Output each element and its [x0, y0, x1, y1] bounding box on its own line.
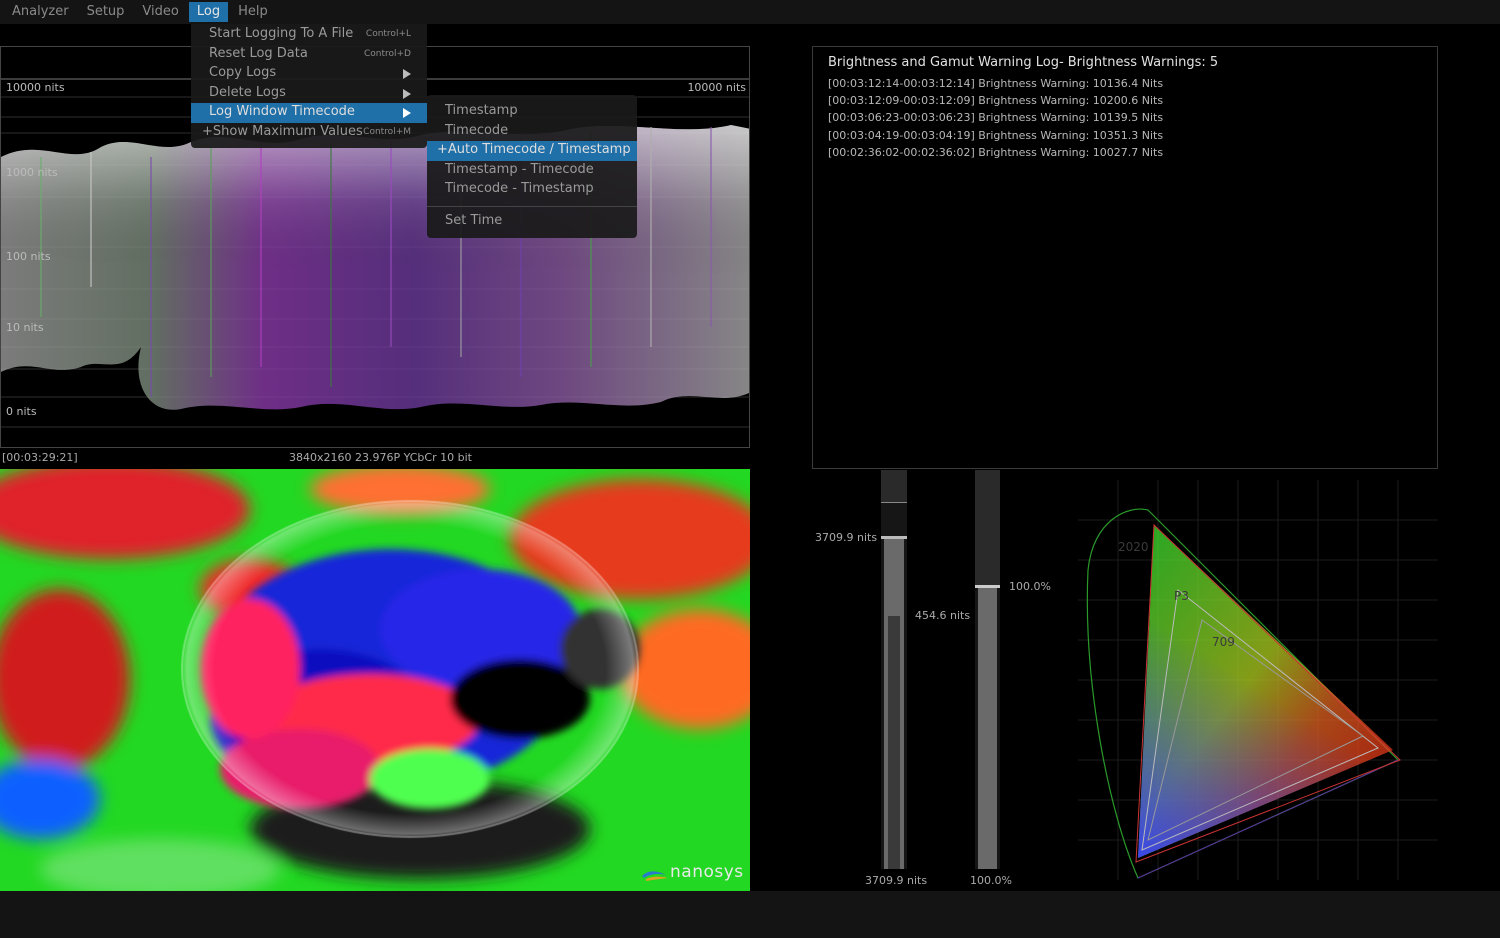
- submenu-item-auto-timecode-timestamp[interactable]: +Auto Timecode / Timestamp: [427, 141, 637, 161]
- waveform-label-100: 100 nits: [6, 250, 51, 263]
- waveform-label-10000-right: 10000 nits: [687, 81, 746, 94]
- gamut-label-2020: 2020: [1118, 540, 1149, 554]
- submenu-arrow-icon: [403, 69, 411, 80]
- submenu-arrow-icon: [403, 88, 411, 99]
- submenu-item-timecode-timestamp[interactable]: Timecode - Timestamp: [427, 180, 637, 200]
- menu-log[interactable]: Log: [188, 2, 229, 22]
- current-timecode: [00:03:29:21]: [2, 451, 78, 464]
- submenu-item-set-time[interactable]: Set Time: [427, 212, 637, 232]
- menu-analyzer[interactable]: Analyzer: [4, 2, 77, 22]
- log-entry: [00:03:04:19-00:03:04:19] Brightness War…: [828, 128, 1164, 142]
- percent-bar: [978, 588, 997, 869]
- nanosys-logo-icon: [642, 871, 668, 881]
- warning-log-panel: Brightness and Gamut Warning Log- Bright…: [812, 46, 1438, 469]
- waveform-label-0: 0 nits: [6, 405, 37, 418]
- nanosys-logo: nanosys: [670, 862, 744, 882]
- meter-bottom-nits-label: 3709.9 nits: [865, 874, 928, 887]
- log-menu: Start Logging To A File Control+L Reset …: [191, 24, 427, 148]
- log-entry: [00:03:06:23-00:03:06:23] Brightness War…: [828, 111, 1164, 125]
- video-frame: [0, 469, 750, 891]
- menu-item-delete-logs[interactable]: Delete Logs: [191, 84, 427, 104]
- gamut-diagram: 2020 P3 709: [1078, 480, 1438, 880]
- menu-item-show-maximum-values[interactable]: +Show Maximum Values Control+M: [191, 123, 427, 143]
- log-entry: [00:03:12:14-00:03:12:14] Brightness War…: [828, 77, 1164, 90]
- meter-bottom-percent-label: 100.0%: [970, 874, 1012, 887]
- waveform-label-1000: 1000 nits: [6, 166, 58, 179]
- submenu-item-timestamp-timecode[interactable]: Timestamp - Timecode: [427, 161, 637, 181]
- log-entry: [00:03:12:09-00:03:12:09] Brightness War…: [828, 94, 1164, 108]
- max-nits-label: 3709.9 nits: [815, 531, 878, 544]
- menu-item-start-logging[interactable]: Start Logging To A File Control+L: [191, 25, 427, 45]
- menu-separator: [427, 205, 637, 207]
- gamut-label-709: 709: [1212, 635, 1235, 649]
- video-format: 3840x2160 23.976P YCbCr 10 bit: [289, 451, 472, 464]
- log-entry: [00:02:36:02-00:02:36:02] Brightness War…: [828, 145, 1164, 159]
- avg-nits-bar: [888, 616, 900, 869]
- submenu-item-timecode[interactable]: Timecode: [427, 122, 637, 142]
- menu-item-copy-logs[interactable]: Copy Logs: [191, 64, 427, 84]
- menu-bar: Analyzer Setup Video Log Help: [0, 0, 1500, 24]
- menu-video[interactable]: Video: [134, 2, 186, 22]
- percent-label: 100.0%: [1009, 580, 1051, 593]
- avg-nits-label: 454.6 nits: [915, 609, 971, 622]
- waveform-label-10000-left: 10000 nits: [6, 81, 65, 94]
- timecode-submenu: Timestamp Timecode +Auto Timecode / Time…: [427, 95, 637, 238]
- gamut-percent-meter: [975, 470, 1000, 869]
- submenu-arrow-icon: [403, 108, 411, 119]
- warning-log-list: [00:03:12:14-00:03:12:14] Brightness War…: [828, 75, 1163, 161]
- menu-help[interactable]: Help: [230, 2, 276, 22]
- warning-log-title: Brightness and Gamut Warning Log- Bright…: [828, 55, 1219, 70]
- submenu-item-timestamp[interactable]: Timestamp: [427, 102, 637, 122]
- bottom-bar: [0, 891, 1500, 938]
- gamut-label-p3: P3: [1174, 589, 1189, 603]
- menu-setup[interactable]: Setup: [79, 2, 133, 22]
- menu-item-reset-log-data[interactable]: Reset Log Data Control+D: [191, 45, 427, 65]
- video-preview: [0, 469, 750, 891]
- menu-item-log-window-timecode[interactable]: Log Window Timecode: [191, 103, 427, 123]
- nits-meter: [881, 470, 907, 869]
- waveform-label-10: 10 nits: [6, 321, 44, 334]
